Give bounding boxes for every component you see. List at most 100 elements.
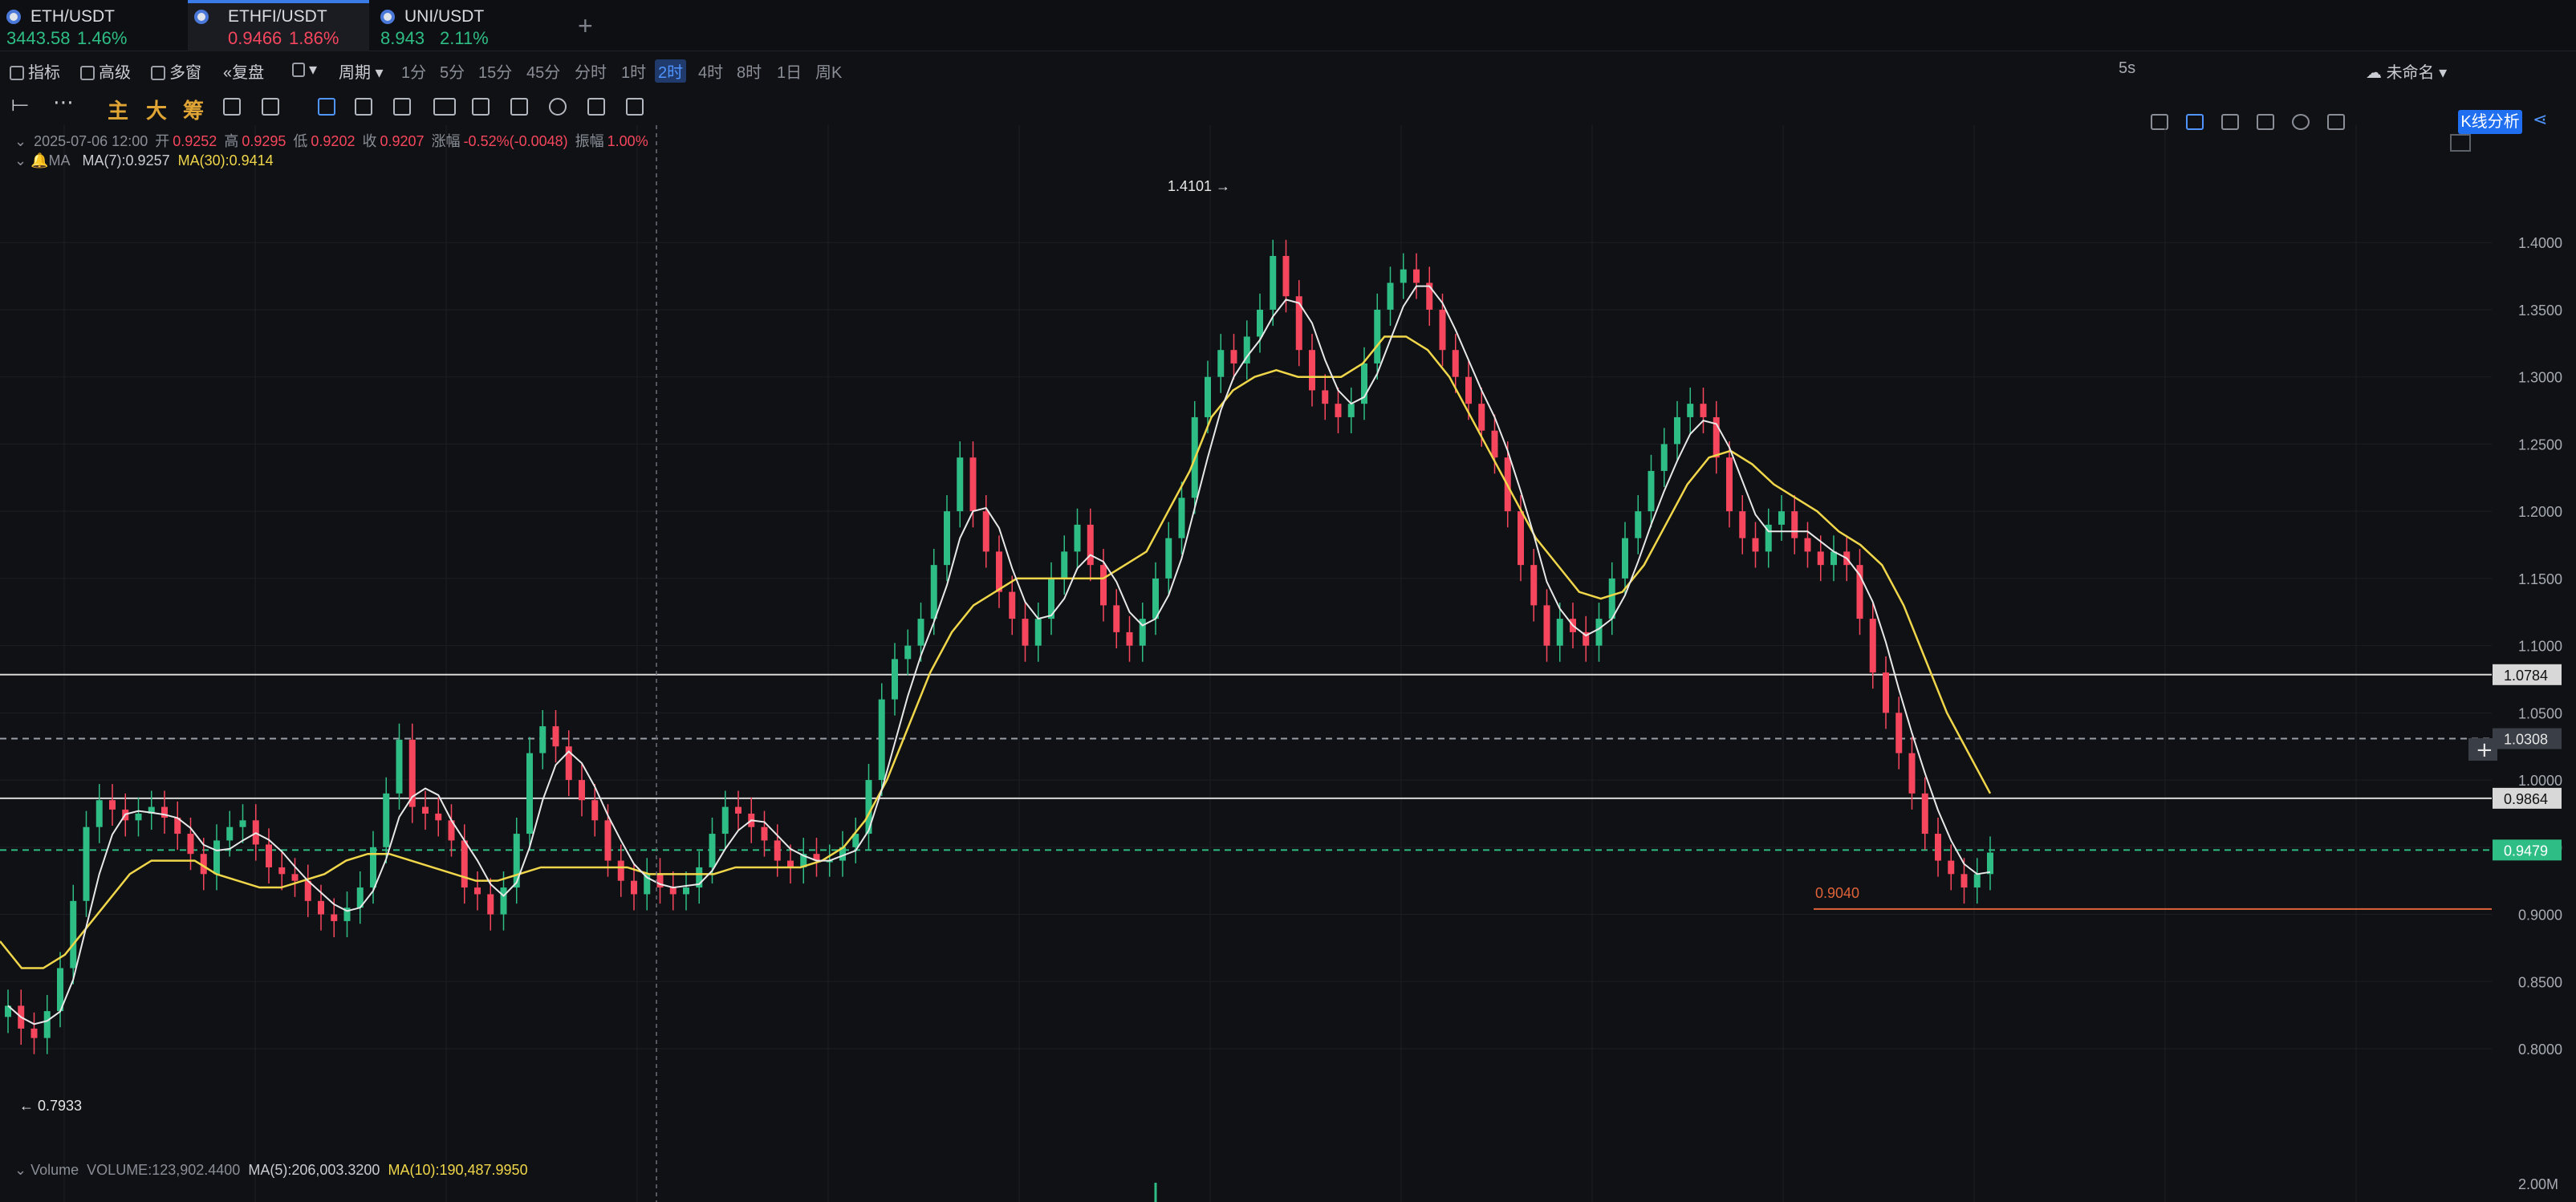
candle-body [930,565,937,619]
candle-body [1491,430,1498,458]
chart-type-button[interactable]: ▾ [292,59,317,79]
period-dropdown[interactable]: 周期 ▾ [339,59,384,83]
price-tick: 1.1000 [2518,639,2562,655]
period-1m[interactable]: 1分 [401,59,426,83]
candle-body [552,726,559,747]
candle-body [1061,551,1068,579]
volume-axis-label: 2.00M [2518,1176,2558,1192]
period-2h[interactable]: 2时 [655,59,687,83]
price-tick: 1.3000 [2518,370,2562,386]
volume-label: Volume [30,1162,79,1178]
candle-body [944,511,950,566]
candle-body [1178,497,1185,538]
layout-name-label: 未命名 [2386,64,2435,82]
large-order-tool[interactable]: 大 [146,95,167,124]
magnet-icon[interactable] [549,98,567,116]
layout-name-dropdown[interactable]: ☁ 未命名 ▾ [2366,59,2447,83]
pattern-icon[interactable] [433,98,456,116]
advanced-label: 高级 [99,64,131,82]
period-1d[interactable]: 1日 [777,59,802,83]
candle-body [513,834,520,888]
period-4h[interactable]: 4时 [698,59,723,83]
chevron-icon[interactable]: ⌄ [14,133,26,149]
multi-window-button[interactable]: 多窗 [151,59,201,83]
candle-body [1100,565,1107,606]
drawing-toolbar: ⟝ ⋯ 主 大 筹 [0,88,674,125]
sync-icon[interactable] [223,98,241,116]
tab-ethfi-usdt[interactable]: ETHFI/USDT 0.9466 1.86% [188,0,369,51]
candlesticks [5,239,1993,1054]
price-chart[interactable]: 1.4000 1.3500 1.3000 1.2500 1.2000 1.1500 1.10… [0,125,2576,1202]
chip-tool[interactable]: 筹 [183,95,204,124]
period-45m[interactable]: 45分 [526,59,560,83]
more-tools-icon[interactable]: ⋯ [53,90,74,115]
brush-icon[interactable] [393,98,411,116]
trash-icon[interactable] [626,98,644,116]
high-label: 高 [224,133,239,149]
period-week[interactable]: 周K [815,59,842,83]
lock-icon[interactable] [472,98,490,116]
chevron-icon[interactable]: ⌄ [14,1162,26,1178]
candle-body [135,813,142,821]
refresh-interval[interactable]: 5s [2119,59,2135,78]
price-tick: 0.8500 [2518,974,2562,990]
expand-icon[interactable] [2450,134,2471,152]
period-time-sharing[interactable]: 分时 [575,59,607,83]
candle-body [1322,390,1329,404]
amplitude-label: 振幅 [575,133,604,149]
price-line-label: 0.9040 [1815,885,1859,901]
share-icon[interactable]: ⋖ [2533,109,2550,129]
filter-icon[interactable] [587,98,605,116]
price-line-labels: 1.0784 1.0308 0.9864 0.9479 0.9040 [1815,664,2562,901]
high-annotation: 1.4101 → [1168,178,1230,194]
change-label: 涨幅 [431,133,461,149]
candle-body [1700,404,1707,417]
chart-grid [0,125,2492,1202]
ohlc-bar: ⌄ 2025-07-06 12:00 开 0.9252 高 0.9295 低 0.92… [14,130,652,151]
copy-icon[interactable] [318,98,335,116]
candle-body [226,826,234,841]
note-icon[interactable] [510,98,528,116]
measure-icon[interactable] [262,98,279,116]
candle-body [1935,834,1941,861]
replay-label: 复盘 [232,64,265,82]
tab-price: 3443.58 [6,28,71,48]
tab-uni-usdt[interactable]: UNI/USDT 8.943 2.11% [374,0,555,51]
advanced-icon [80,66,95,80]
candle-body [721,806,729,834]
candle-body [474,887,481,895]
add-tab-button[interactable]: + [578,11,593,41]
bell-icon[interactable]: 🔔 [30,152,48,169]
price-tick: 1.4000 [2518,235,2562,251]
candle-body [1883,672,1889,713]
candle-body [1973,874,1981,888]
advanced-button[interactable]: 高级 [80,59,131,83]
period-5m[interactable]: 5分 [440,59,465,83]
price-tick: 0.8000 [2518,1042,2562,1058]
price-tick: 1.2000 [2518,504,2562,520]
period-15m[interactable]: 15分 [478,59,512,83]
candle-body [1791,511,1798,538]
period-8h[interactable]: 8时 [737,59,762,83]
ohlc-date: 2025-07-06 12:00 [34,133,148,149]
candle-icon [292,63,305,77]
candle-body [187,834,194,855]
candle-body [1126,631,1133,646]
open-value: 0.9252 [173,133,217,149]
candle-body [161,806,168,818]
candle-body [1335,404,1342,417]
ma30-value: MA(30):0.9414 [177,152,274,169]
indicators-button[interactable]: 指标 [10,59,60,83]
tab-eth-usdt[interactable]: ETH/USDT 3443.58 1.46% [0,0,181,51]
line-tool-icon[interactable]: ⟝ [11,91,29,117]
change-value: -0.52%(-0.0048) [463,133,568,149]
main-chart-tool[interactable]: 主 [108,95,128,124]
pencil-icon[interactable] [355,98,372,116]
candle-body [1465,376,1472,404]
chevron-icon[interactable]: ⌄ [14,152,26,169]
candle-body [669,887,677,895]
period-1h[interactable]: 1时 [621,59,646,83]
candle-body [1009,591,1016,619]
replay-button[interactable]: «复盘 [223,59,264,83]
candle-body [1648,470,1655,512]
